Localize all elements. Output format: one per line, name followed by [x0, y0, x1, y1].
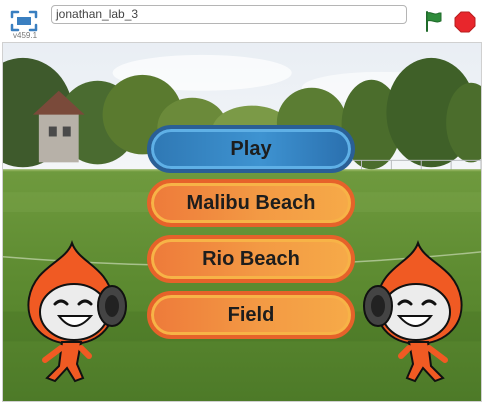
stop-sign-icon [454, 11, 476, 33]
malibu-beach-button[interactable]: Malibu Beach [147, 179, 355, 227]
rio-beach-button[interactable]: Rio Beach [147, 235, 355, 283]
fullscreen-icon [10, 10, 38, 32]
project-title-input[interactable]: jonathan_lab_3 [51, 5, 407, 24]
green-flag-button[interactable] [423, 10, 445, 32]
stop-button[interactable] [454, 11, 476, 33]
version-label: v459.1 [13, 31, 38, 40]
pico-sprite-left[interactable] [17, 238, 127, 388]
play-button[interactable]: Play [147, 125, 355, 173]
pico-sprite-right[interactable] [363, 238, 473, 388]
field-button[interactable]: Field [147, 291, 355, 339]
green-flag-icon [426, 11, 442, 32]
player-controls-bar: v459.1 jonathan_lab_3 [0, 0, 484, 42]
stage[interactable]: Play Malibu Beach Rio Beach Field [2, 42, 482, 402]
fullscreen-button[interactable] [9, 9, 39, 33]
